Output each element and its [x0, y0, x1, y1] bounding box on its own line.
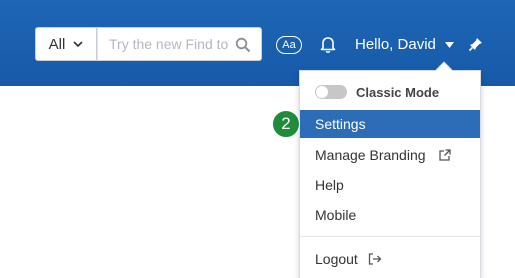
search-scope-dropdown[interactable]: All — [35, 27, 97, 61]
text-size-label: Aa — [282, 39, 296, 51]
menu-item-manage-branding[interactable]: Manage Branding — [300, 140, 480, 170]
search-icon[interactable] — [235, 37, 251, 53]
pin-icon[interactable] — [468, 36, 484, 52]
user-greeting: Hello, David — [355, 36, 436, 53]
menu-item-label: Mobile — [315, 207, 357, 223]
step-number: 2 — [281, 114, 291, 133]
menu-item-logout[interactable]: Logout — [300, 244, 480, 274]
chevron-down-icon — [73, 41, 83, 48]
menu-item-help[interactable]: Help — [300, 170, 480, 200]
step-badge: 2 — [272, 110, 300, 138]
toggle-knob — [316, 86, 328, 98]
menu-divider — [300, 236, 480, 237]
user-dropdown-menu: Classic Mode Settings Manage Branding He… — [299, 61, 481, 278]
classic-mode-toggle[interactable] — [315, 85, 347, 99]
menu-item-label: Logout — [315, 251, 358, 267]
menu-item-label: Help — [315, 177, 344, 193]
search-scope-label: All — [48, 35, 66, 53]
classic-mode-row: Classic Mode — [300, 77, 480, 107]
user-menu-toggle[interactable]: Hello, David — [355, 36, 454, 53]
classic-mode-label: Classic Mode — [356, 84, 440, 100]
logout-icon — [368, 253, 382, 265]
search-field[interactable] — [97, 27, 262, 61]
external-link-icon — [438, 148, 451, 161]
caret-down-icon — [444, 41, 454, 48]
text-size-button[interactable]: Aa — [276, 36, 302, 54]
bell-icon[interactable] — [318, 34, 338, 54]
menu-item-label: Manage Branding — [315, 147, 426, 163]
search-input[interactable] — [109, 36, 229, 52]
menu-item-mobile[interactable]: Mobile — [300, 200, 480, 230]
menu-item-settings[interactable]: Settings — [300, 110, 480, 138]
page: All Aa Hello, David Classic Mode — [0, 0, 515, 278]
menu-item-label: Settings — [315, 116, 366, 132]
